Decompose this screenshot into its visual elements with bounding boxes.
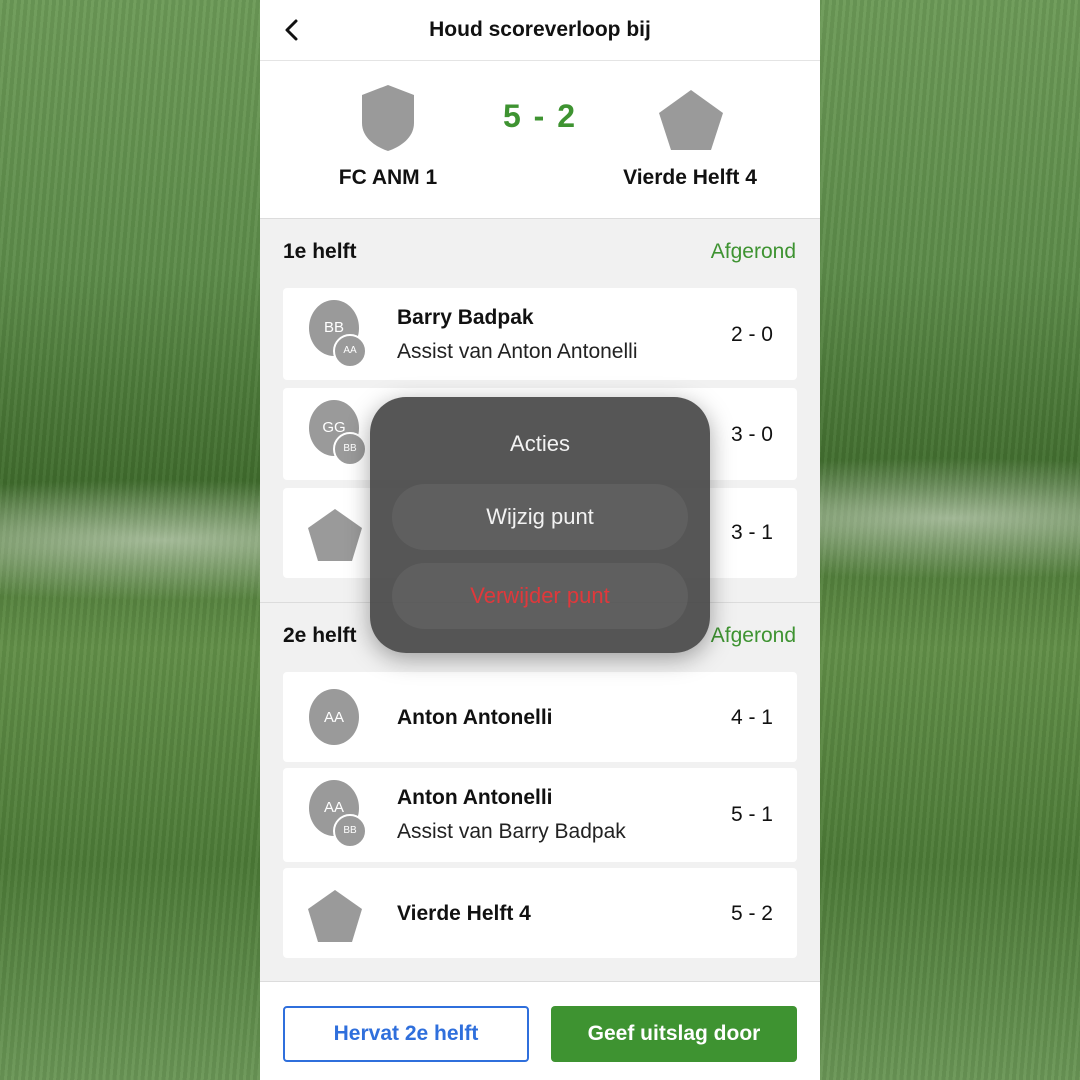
half-title: 2e helft <box>283 624 357 647</box>
score-event[interactable]: BB AA Barry Badpak Assist van Anton Anto… <box>283 288 797 380</box>
shield-icon <box>362 85 414 151</box>
half-status: Afgerond <box>710 240 796 263</box>
player-name: Barry Badpak <box>397 306 534 329</box>
assist-text: Assist van Barry Badpak <box>397 820 626 843</box>
avatar: AA <box>309 689 359 745</box>
score-event[interactable]: Vierde Helft 4 5 - 2 <box>283 868 797 958</box>
scoreboard: 5 - 2 FC ANM 1 Vierde Helft 4 <box>260 61 820 219</box>
event-score: 5 - 1 <box>730 803 773 826</box>
player-name: Anton Antonelli <box>397 706 553 729</box>
pentagon-icon <box>308 509 362 561</box>
score-event[interactable]: AA BB Anton Antonelli Assist van Barry B… <box>283 768 797 862</box>
player-name: Anton Antonelli <box>397 786 553 809</box>
page-title: Houd scoreverloop bij <box>429 18 651 41</box>
event-score: 3 - 0 <box>730 423 773 446</box>
assist-avatar: BB <box>333 432 367 466</box>
away-team-name: Vierde Helft 4 <box>623 166 757 189</box>
score-event[interactable]: AA Anton Antonelli 4 - 1 <box>283 672 797 762</box>
top-bar: Houd scoreverloop bij <box>260 0 820 61</box>
actions-popup: Acties Wijzig punt Verwijder punt <box>370 397 710 653</box>
event-score: 5 - 2 <box>730 902 773 925</box>
assist-avatar: BB <box>333 814 367 848</box>
footer-bar: Hervat 2e helft Geef uitslag door <box>260 981 820 1080</box>
event-score: 2 - 0 <box>730 323 773 346</box>
event-score: 3 - 1 <box>730 521 773 544</box>
half-status: Afgerond <box>710 624 796 647</box>
resume-half-button[interactable]: Hervat 2e helft <box>283 1006 529 1062</box>
actions-title: Acties <box>510 431 570 456</box>
pentagon-icon <box>659 90 723 150</box>
assist-text: Assist van Anton Antonelli <box>397 340 638 363</box>
delete-point-button[interactable]: Verwijder punt <box>392 563 688 629</box>
submit-result-button[interactable]: Geef uitslag door <box>551 1006 797 1062</box>
edit-point-button[interactable]: Wijzig punt <box>392 484 688 550</box>
home-team-name: FC ANM 1 <box>338 166 438 189</box>
event-score: 4 - 1 <box>730 706 773 729</box>
pentagon-icon <box>308 890 362 942</box>
half-title: 1e helft <box>283 240 357 263</box>
match-score: 5 - 2 <box>502 98 578 134</box>
half-header: 1e helft Afgerond <box>260 230 820 270</box>
team-name: Vierde Helft 4 <box>397 902 531 925</box>
assist-avatar: AA <box>333 334 367 368</box>
